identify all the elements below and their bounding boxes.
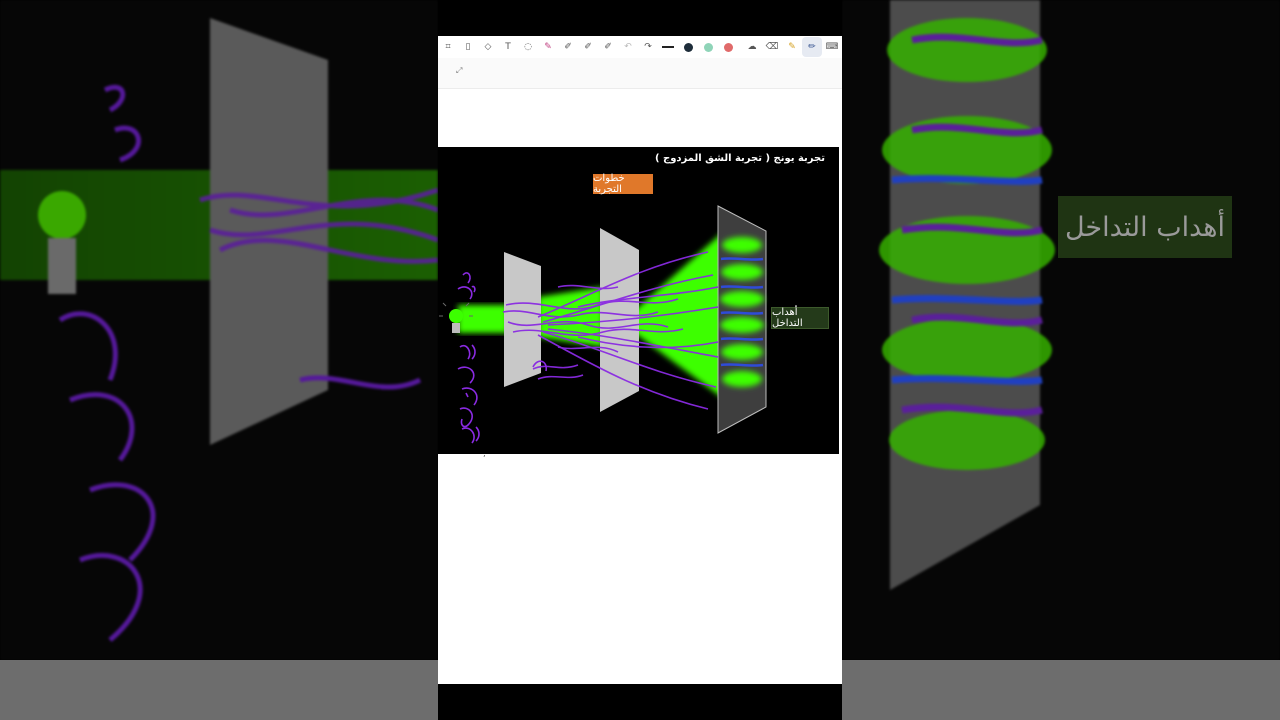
pen-icon[interactable]: ✎ <box>538 37 558 57</box>
color-dark-swatch[interactable] <box>678 37 698 57</box>
pencil-icon[interactable]: ✏ <box>802 37 822 57</box>
experiment-steps-button[interactable]: خطوات التجربة <box>593 173 653 195</box>
pen-outline-icon[interactable]: ✐ <box>558 37 578 57</box>
backdrop-interference-label: أهداب التداخل <box>1058 196 1232 258</box>
sub-toolbar: ⤢ <box>438 58 842 89</box>
line-width-icon[interactable] <box>658 37 678 57</box>
shapes-icon[interactable]: ◇ <box>478 37 498 57</box>
notes-app: ⌗ ▯ ◇ T ◌ ✎ ✐ ✐ ✐ ↶ ↷ ☁ ⌫ ✎ ✏ ⌨ ⤢ تجربة … <box>438 36 842 684</box>
text-icon[interactable]: T <box>498 37 518 57</box>
layout-icon[interactable]: ⌗ <box>438 37 458 57</box>
pen-outline-icon-2[interactable]: ✐ <box>578 37 598 57</box>
highlighter-icon[interactable]: ✎ <box>782 37 802 57</box>
expand-icon[interactable]: ⤢ <box>456 66 462 76</box>
stray-ink-mark: ʼ <box>483 454 486 463</box>
keyboard-icon[interactable]: ⌨ <box>822 37 842 57</box>
lasso-icon[interactable]: ◌ <box>518 37 538 57</box>
redo-icon[interactable]: ↷ <box>638 37 658 57</box>
interference-fringes-label: أهداب التداخل <box>771 307 829 329</box>
backdrop-left-art <box>0 18 439 642</box>
backdrop-right <box>842 0 1280 660</box>
undo-icon[interactable]: ↶ <box>618 37 638 57</box>
backdrop-left <box>0 0 439 660</box>
slide-title: تجربة يونج ( تجربة الشق المزدوج ) <box>654 153 825 164</box>
beam-source <box>458 305 508 333</box>
eraser-icon[interactable]: ⌫ <box>762 37 782 57</box>
drawing-toolbar: ⌗ ▯ ◇ T ◌ ✎ ✐ ✐ ✐ ↶ ↷ ☁ ⌫ ✎ ✏ ⌨ <box>438 36 842 58</box>
phone-frame: ⌗ ▯ ◇ T ◌ ✎ ✐ ✐ ✐ ↶ ↷ ☁ ⌫ ✎ ✏ ⌨ ⤢ تجربة … <box>438 0 842 720</box>
color-mint-swatch[interactable] <box>698 37 718 57</box>
pen-outline-icon-3[interactable]: ✐ <box>598 37 618 57</box>
color-red-swatch[interactable] <box>718 37 738 57</box>
page-icon[interactable]: ▯ <box>458 37 478 57</box>
young-experiment-slide: تجربة يونج ( تجربة الشق المزدوج ) خطوات … <box>438 147 839 454</box>
single-slit-screen <box>504 252 541 387</box>
backdrop-right-art <box>879 0 1055 590</box>
cloud-icon[interactable]: ☁ <box>742 37 762 57</box>
